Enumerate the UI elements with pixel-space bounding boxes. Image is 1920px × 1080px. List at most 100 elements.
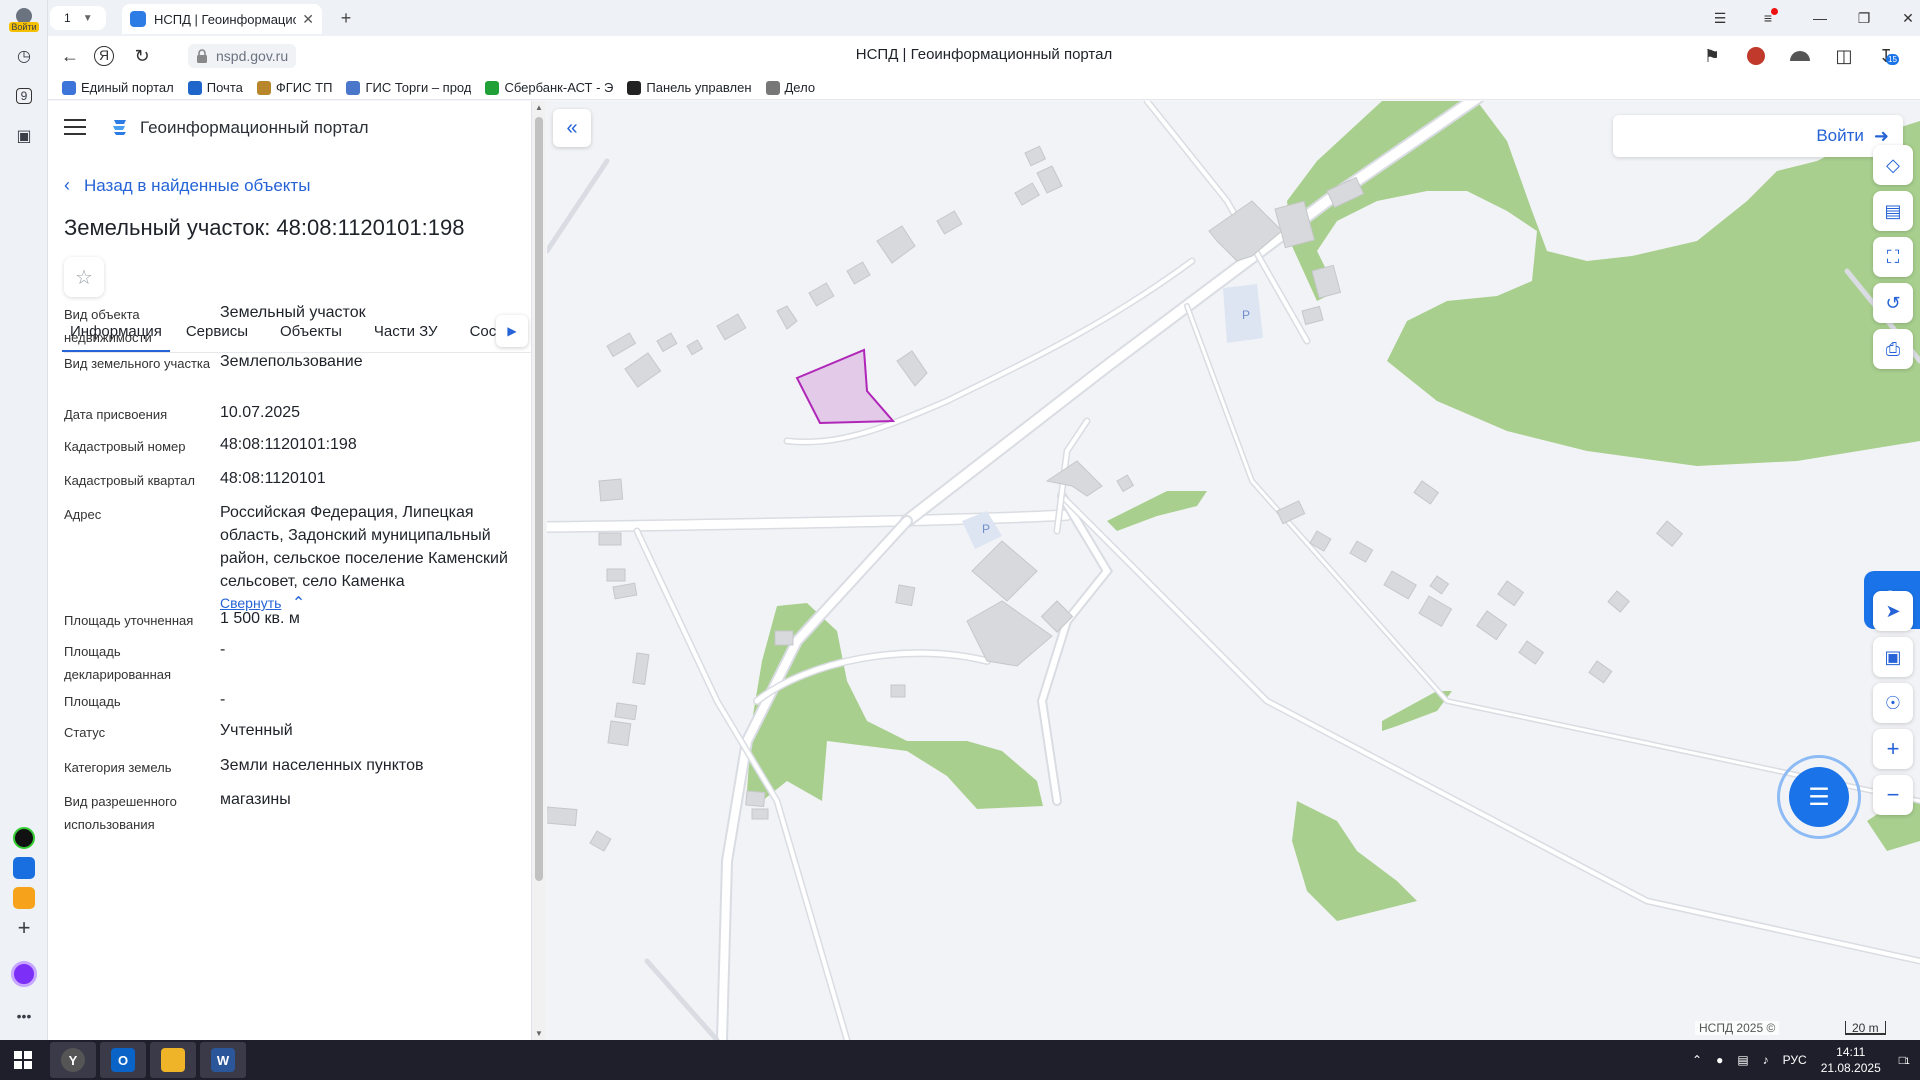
close-window-icon[interactable]: ✕	[1896, 6, 1920, 30]
tray-chevron-up-icon[interactable]: ⌃	[1692, 1053, 1702, 1067]
tab-strip: 1 ▼ НСПД | Геоинформацио ✕ + ☰ ≡ — ❐ ✕	[48, 0, 1920, 36]
bookmark-item[interactable]: Панель управлен	[627, 80, 752, 95]
print-button[interactable]: ⎙	[1873, 329, 1913, 369]
attribute-label: Статус	[64, 725, 106, 740]
rail-app-number: 9	[15, 88, 33, 104]
close-tab-icon[interactable]: ✕	[302, 11, 314, 28]
bookmark-item[interactable]: Сбербанк-АСТ - Э	[485, 80, 613, 95]
language-indicator[interactable]: РУС	[1783, 1053, 1807, 1067]
map-copyright: НСПД 2025 ©	[1695, 1021, 1780, 1035]
attribute-value: Земельный участок	[220, 304, 366, 321]
new-tab-button[interactable]: +	[336, 8, 356, 28]
page-title: НСПД | Геоинформационный портал	[855, 46, 1113, 63]
panel-scrollbar[interactable]: ▲ ▼	[532, 101, 546, 1040]
login-button[interactable]: Войти ➜	[1613, 115, 1903, 157]
alice-icon[interactable]	[8, 958, 40, 990]
downloads-icon[interactable]: ↧15	[1874, 44, 1899, 68]
clock[interactable]: 14:11 21.08.2025	[1821, 1044, 1881, 1076]
more-icon[interactable]: •••	[8, 1000, 40, 1032]
zoom-out-button[interactable]: −	[1873, 775, 1913, 815]
bookmark-label: ГИС Торги – прод	[365, 80, 472, 95]
parking-label-1: P	[1242, 308, 1250, 322]
attribute-value: Учтенный	[220, 722, 293, 739]
active-tab[interactable]: НСПД | Геоинформацио ✕	[122, 4, 322, 34]
attribute-label: Площадь уточненная	[64, 613, 194, 628]
profile-avatar[interactable]: Войти	[8, 4, 40, 36]
attribute-value: 1 500 кв. м	[220, 610, 300, 627]
bookmark-item[interactable]: Дело	[765, 80, 815, 95]
yandex-icon[interactable]: Я	[94, 46, 114, 66]
chat-bubble-icon: ☰	[1789, 767, 1849, 827]
extension-icon[interactable]	[1744, 44, 1768, 68]
minimize-icon[interactable]: —	[1808, 6, 1832, 30]
map-canvas[interactable]: P P « Войти ➜ ◇ ▤ ⛶ ↺ ⎙ ✎ ➤ ▣ ☉ + − ☰ НС…	[547, 101, 1920, 1040]
ruler-button[interactable]: ▤	[1873, 191, 1913, 231]
favorite-star-icon[interactable]: ☆	[64, 257, 104, 297]
notifications-icon[interactable]: ≡	[1756, 6, 1780, 30]
back-arrow-icon[interactable]: ←	[58, 44, 82, 68]
share-button[interactable]: ↺	[1873, 283, 1913, 323]
taskbar-word[interactable]: W	[200, 1042, 246, 1078]
portal-title: Геоинформационный портал	[140, 118, 369, 137]
attribute-value: 10.07.2025	[220, 404, 301, 421]
geo-search-button[interactable]: ☉	[1873, 683, 1913, 723]
url-text: nspd.gov.ru	[216, 48, 289, 64]
chat-button[interactable]: ☰	[1777, 755, 1861, 839]
selected-parcel-polygon[interactable]	[795, 348, 896, 425]
zoom-in-button[interactable]: +	[1873, 729, 1913, 769]
layers-button[interactable]: ◇	[1873, 145, 1913, 185]
bookmark-label: Почта	[206, 80, 243, 95]
attribute-value: -	[220, 641, 226, 658]
app-icon-blue[interactable]	[8, 852, 40, 884]
lock-icon	[197, 49, 207, 63]
app-icon-green[interactable]	[8, 822, 40, 854]
rail-app-icon[interactable]: 9	[8, 80, 40, 112]
history-icon[interactable]: ◷	[8, 40, 40, 72]
back-to-results-link[interactable]: ‹ Назад в найденные объекты	[64, 175, 310, 196]
notification-count: 1	[1904, 1056, 1910, 1066]
collapse-panel-button[interactable]: «	[553, 109, 591, 147]
locate-button[interactable]: ➤	[1873, 591, 1913, 631]
bookmarks-bar: Единый портал Почта ФГИС ТП ГИС Торги – про…	[48, 76, 1920, 100]
profile-login-label: Войти	[9, 22, 39, 32]
buildings	[547, 145, 1684, 852]
menu-icon[interactable]	[64, 119, 86, 135]
add-icon[interactable]: +	[8, 912, 40, 944]
attribute-value: 48:08:1120101:198	[220, 436, 357, 453]
object-info-panel: Геоинформационный портал ‹ Назад в найде…	[48, 101, 532, 1040]
taskbar-yandex-browser[interactable]: Y	[50, 1042, 96, 1078]
restore-icon[interactable]: ❐	[1852, 6, 1876, 30]
notification-center-icon[interactable]: □ 1	[1899, 1053, 1910, 1067]
map-scale: 20 m	[1845, 1021, 1886, 1035]
taskbar-explorer[interactable]	[150, 1042, 196, 1078]
attribute-label: Вид объекта недвижимости	[64, 307, 152, 345]
volume-icon[interactable]: ♪	[1763, 1053, 1769, 1067]
area-search-button[interactable]: ⛶	[1873, 237, 1913, 277]
collections-icon[interactable]: ◫	[1832, 44, 1856, 68]
folder-icon	[161, 1048, 185, 1072]
scrollbar-thumb[interactable]	[535, 117, 543, 881]
bookmark-item[interactable]: Почта	[187, 80, 243, 95]
network-icon[interactable]: ▤	[1737, 1053, 1748, 1067]
minimap-button[interactable]: ▣	[1873, 637, 1913, 677]
bookmark-favicon-icon	[765, 80, 780, 95]
bookmark-icon[interactable]: ⚑	[1700, 44, 1724, 68]
url-field[interactable]: nspd.gov.ru	[188, 44, 297, 68]
bookmark-item[interactable]: Единый портал	[62, 80, 174, 95]
bookmarks-panel-icon[interactable]: ☰	[1708, 6, 1732, 30]
bookmark-item[interactable]: ФГИС ТП	[256, 80, 332, 95]
system-tray: ⌃ ● ▤ ♪ РУС 14:11 21.08.2025 □ 1	[1692, 1040, 1920, 1080]
attribute-label: Кадастровый номер	[64, 439, 186, 454]
tab-counter[interactable]: 1 ▼	[50, 6, 106, 30]
reload-icon[interactable]: ↻	[130, 44, 154, 68]
microphone-icon[interactable]: ●	[1716, 1053, 1723, 1067]
attribute-value: Российская Федерация, Липецкая область, …	[220, 504, 508, 590]
bookmark-item[interactable]: ГИС Торги – прод	[346, 80, 471, 95]
parking-label-2: P	[982, 522, 990, 536]
screenshot-icon[interactable]: ▣	[8, 120, 40, 152]
address-bar-row: ← Я ↻ nspd.gov.ru НСПД | Геоинформационн…	[48, 36, 1920, 76]
protect-icon[interactable]	[1788, 44, 1812, 68]
app-icon-mail[interactable]	[8, 882, 40, 914]
windows-start-icon[interactable]	[0, 1042, 46, 1078]
taskbar-outlook[interactable]: O	[100, 1042, 146, 1078]
